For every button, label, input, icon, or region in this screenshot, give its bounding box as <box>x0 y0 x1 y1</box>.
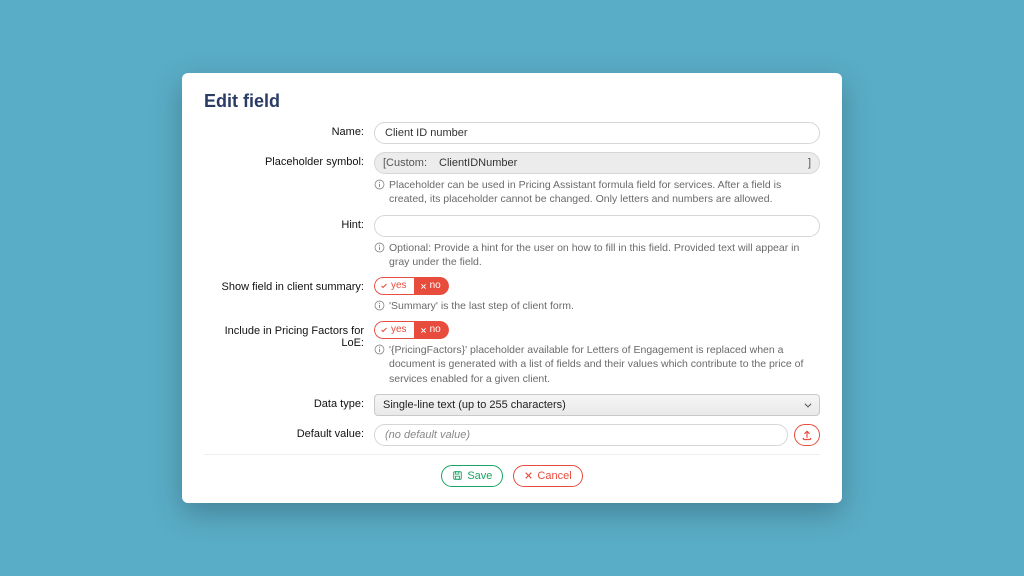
summary-hint: 'Summary' is the last step of client for… <box>374 299 820 313</box>
chevron-down-icon <box>803 400 813 410</box>
info-icon <box>374 242 385 253</box>
label-name: Name: <box>204 122 374 138</box>
placeholder-input[interactable]: [Custom: ClientIDNumber ] <box>374 152 820 174</box>
x-icon <box>524 471 533 480</box>
label-data-type: Data type: <box>204 394 374 410</box>
dialog-actions: Save Cancel <box>204 465 820 487</box>
label-show-summary: Show field in client summary: <box>204 277 374 293</box>
placeholder-prefix: [Custom: <box>383 157 427 169</box>
cancel-button[interactable]: Cancel <box>513 465 582 487</box>
row-include-loe: Include in Pricing Factors for LoE: yes … <box>204 321 820 386</box>
row-name: Name: <box>204 122 820 144</box>
row-hint: Hint: Optional: Provide a hint for the u… <box>204 215 820 269</box>
toggle-yes[interactable]: yes <box>374 321 414 339</box>
hint-input[interactable] <box>374 215 820 237</box>
loe-hint: '{PricingFactors}' placeholder available… <box>374 343 820 386</box>
x-icon <box>420 283 427 290</box>
row-placeholder: Placeholder symbol: [Custom: ClientIDNum… <box>204 152 820 206</box>
toggle-no[interactable]: no <box>414 321 449 339</box>
placeholder-value: ClientIDNumber <box>435 157 808 169</box>
row-default-value: Default value: <box>204 424 820 446</box>
data-type-value: Single-line text (up to 255 characters) <box>383 399 566 411</box>
placeholder-hint: Placeholder can be used in Pricing Assis… <box>374 178 820 206</box>
save-icon <box>452 470 463 481</box>
save-button[interactable]: Save <box>441 465 503 487</box>
placeholder-suffix: ] <box>808 157 811 169</box>
dialog-title: Edit field <box>204 91 820 112</box>
toggle-yes[interactable]: yes <box>374 277 414 295</box>
edit-field-dialog: Edit field Name: Placeholder symbol: [Cu… <box>182 73 842 502</box>
hint-hint: Optional: Provide a hint for the user on… <box>374 241 820 269</box>
label-include-loe: Include in Pricing Factors for LoE: <box>204 321 374 349</box>
check-icon <box>380 326 388 334</box>
info-icon <box>374 179 385 190</box>
default-value-input[interactable] <box>374 424 788 446</box>
check-icon <box>380 282 388 290</box>
info-icon <box>374 344 385 355</box>
x-icon <box>420 327 427 334</box>
show-summary-toggle[interactable]: yes no <box>374 277 449 295</box>
name-input[interactable] <box>374 122 820 144</box>
upload-icon <box>801 429 813 441</box>
include-loe-toggle[interactable]: yes no <box>374 321 449 339</box>
data-type-select[interactable]: Single-line text (up to 255 characters) <box>374 394 820 416</box>
toggle-no[interactable]: no <box>414 277 449 295</box>
label-default-value: Default value: <box>204 424 374 440</box>
row-show-summary: Show field in client summary: yes no 'Su… <box>204 277 820 313</box>
divider <box>204 454 820 455</box>
row-data-type: Data type: Single-line text (up to 255 c… <box>204 394 820 416</box>
label-placeholder: Placeholder symbol: <box>204 152 374 168</box>
insert-placeholder-button[interactable] <box>794 424 820 446</box>
info-icon <box>374 300 385 311</box>
label-hint: Hint: <box>204 215 374 231</box>
